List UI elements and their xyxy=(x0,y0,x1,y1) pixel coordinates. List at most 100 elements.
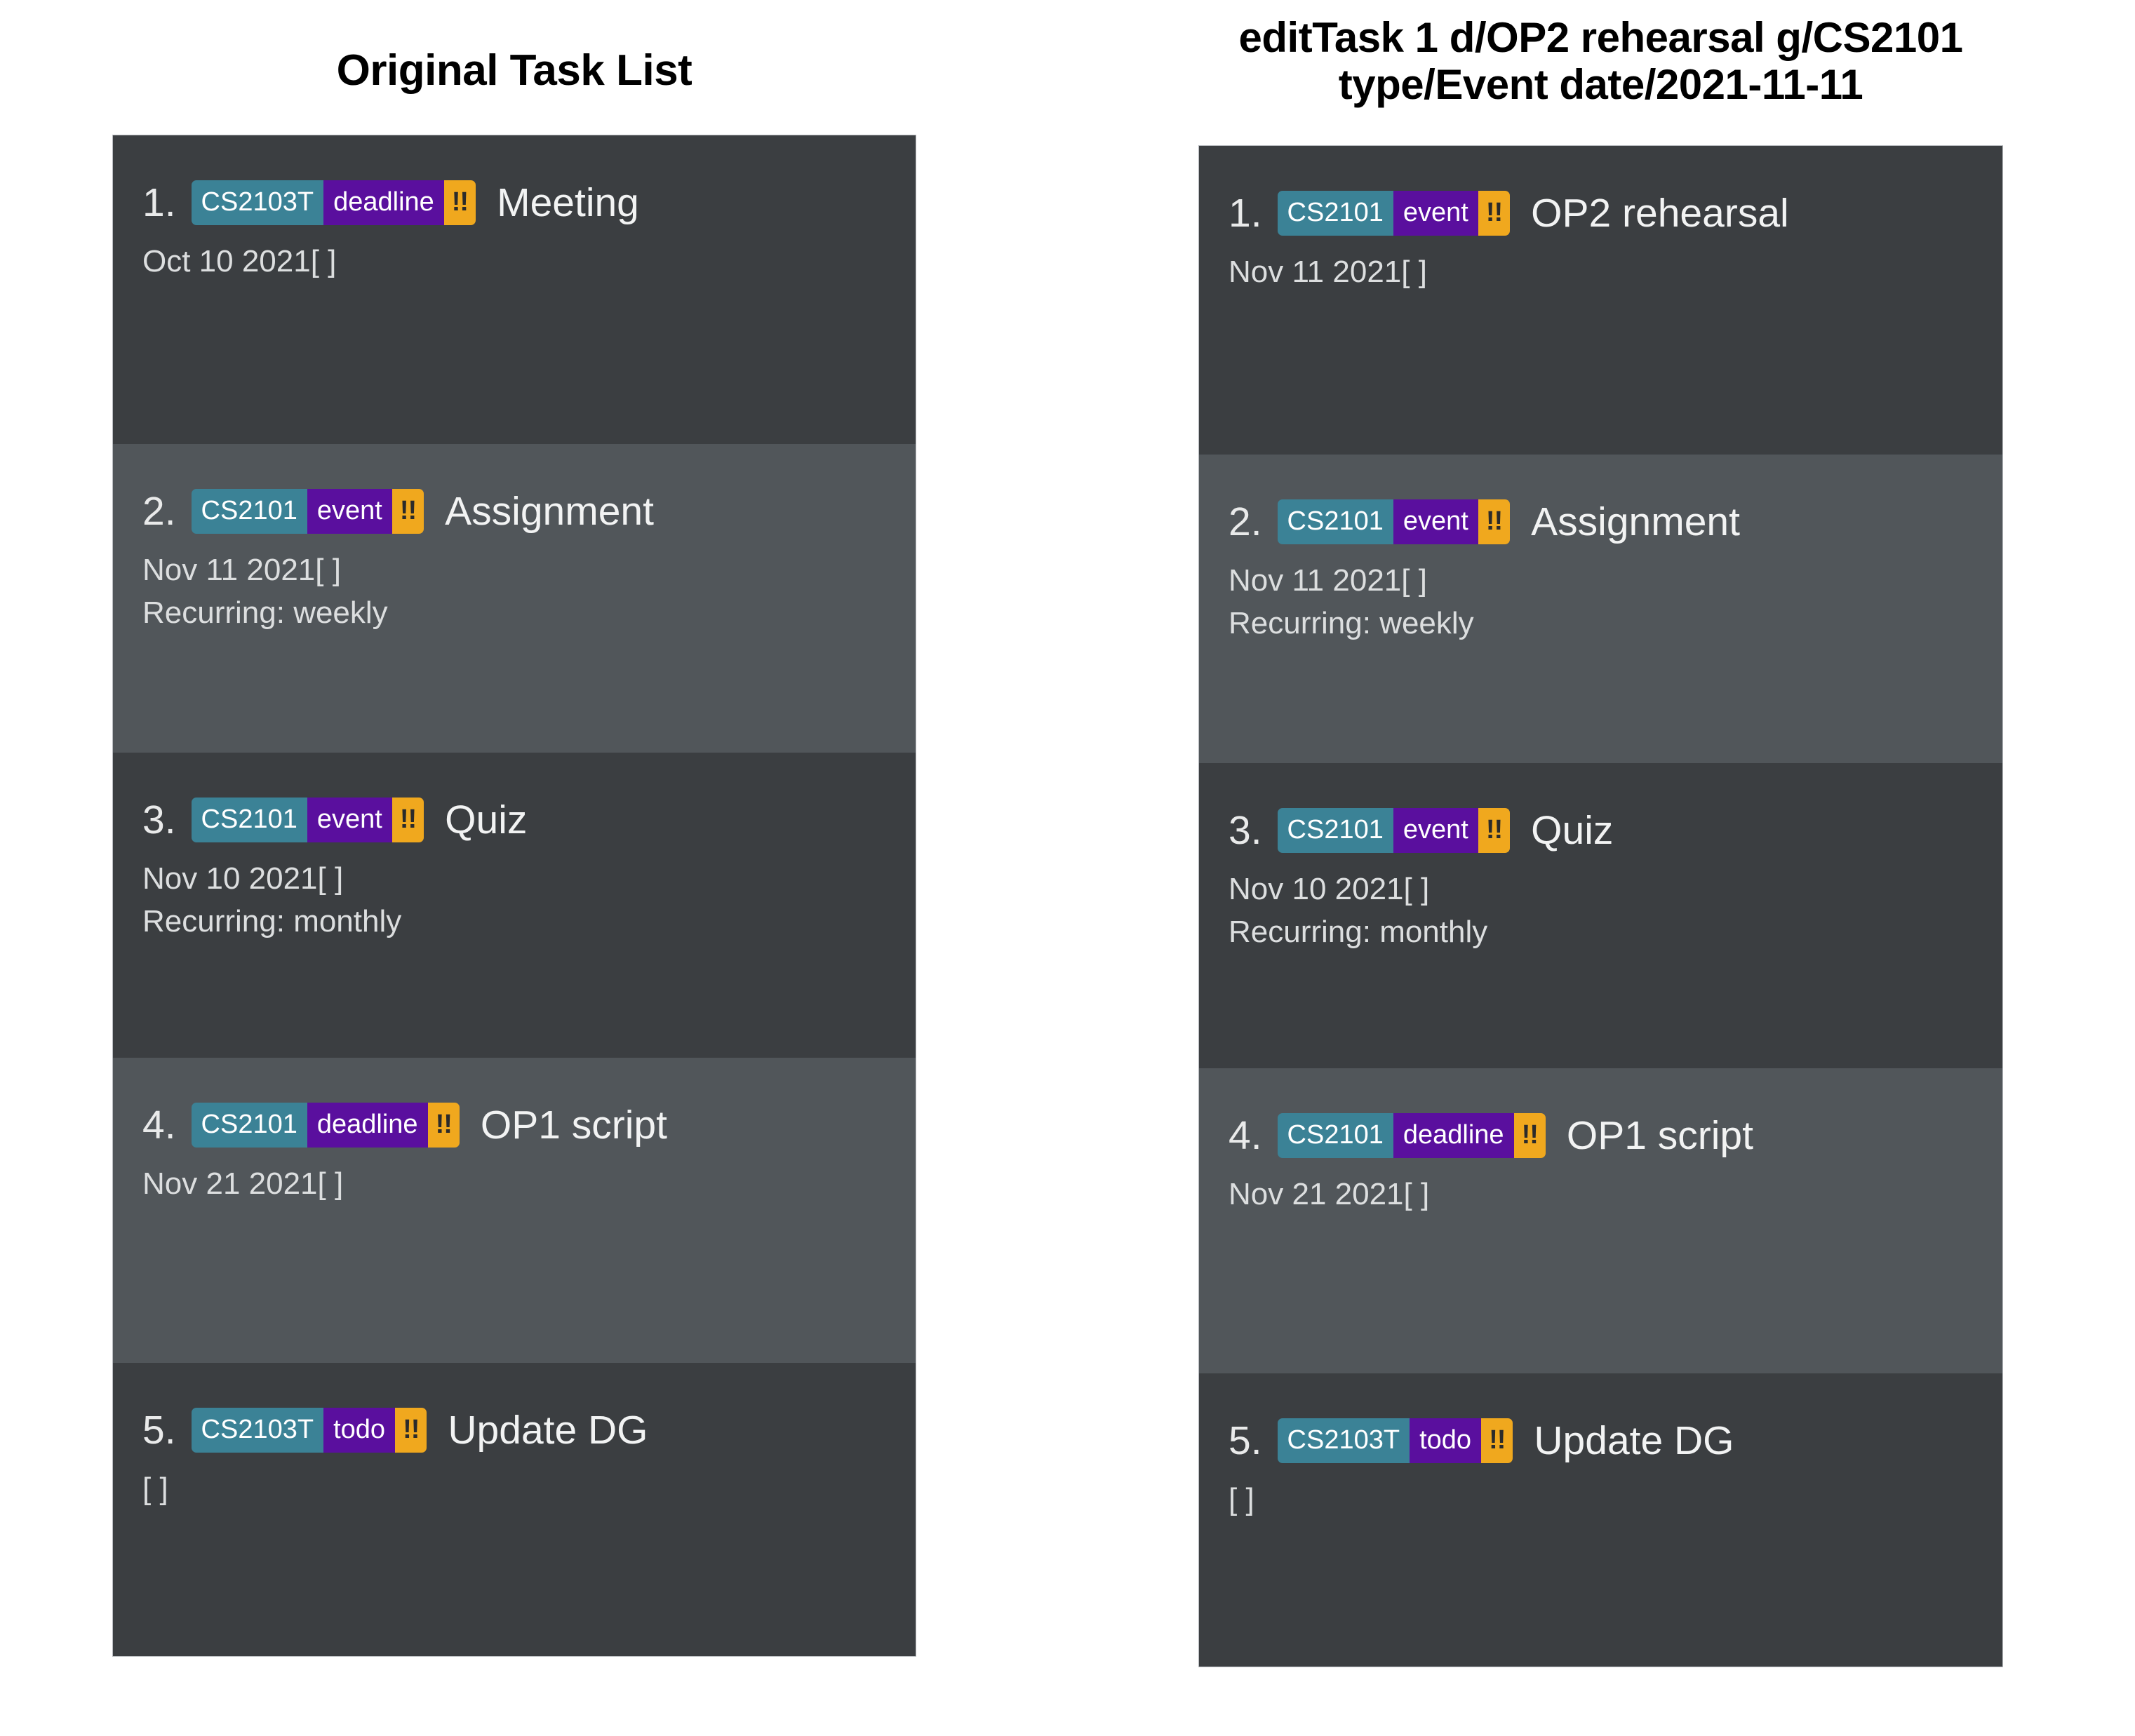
task-index: 5. xyxy=(1229,1418,1262,1463)
task-title: Update DG xyxy=(448,1407,648,1453)
task-title: OP1 script xyxy=(480,1102,667,1148)
priority-tag[interactable]: !! xyxy=(1478,808,1511,854)
type-tag[interactable]: todo xyxy=(323,1408,396,1453)
task-meta: [ ] xyxy=(142,1468,916,1511)
task-row[interactable]: 4. CS2101 deadline !! OP1 script Nov 21 … xyxy=(113,1058,916,1364)
task-row[interactable]: 5. CS2103T todo !! Update DG [ ] xyxy=(1199,1373,2002,1667)
task-index: 5. xyxy=(142,1407,176,1453)
task-row[interactable]: 3. CS2101 event !! Quiz Nov 10 2021[ ] R… xyxy=(1199,763,2002,1069)
task-tags: CS2101 deadline !! xyxy=(1277,1113,1546,1159)
task-date: Oct 10 2021[ ] xyxy=(142,244,337,279)
task-header: 1. CS2101 event !! OP2 rehearsal xyxy=(1229,191,2002,236)
task-title: Assignment xyxy=(1531,499,1740,544)
priority-tag[interactable]: !! xyxy=(443,180,476,226)
comparison-figure: Original Task List 1. CS2103T deadline !… xyxy=(0,0,2135,1736)
task-index: 2. xyxy=(142,488,176,534)
task-header: 2. CS2101 event !! Assignment xyxy=(142,489,916,534)
type-tag[interactable]: event xyxy=(307,489,392,534)
type-tag[interactable]: deadline xyxy=(1393,1113,1514,1159)
task-recurring: Recurring: weekly xyxy=(1229,606,1474,641)
priority-tag[interactable]: !! xyxy=(1478,191,1511,236)
group-tag[interactable]: CS2103T xyxy=(191,180,324,226)
group-tag[interactable]: CS2101 xyxy=(1277,808,1393,854)
task-meta: Nov 10 2021[ ] Recurring: monthly xyxy=(1229,868,2002,953)
task-title: Quiz xyxy=(1531,807,1614,853)
priority-tag[interactable]: !! xyxy=(1481,1418,1513,1464)
task-tags: CS2101 deadline !! xyxy=(191,1103,460,1148)
group-tag[interactable]: CS2101 xyxy=(191,798,307,843)
original-task-list-figure: Original Task List 1. CS2103T deadline !… xyxy=(112,0,916,1657)
edited-task-list-panel: 1. CS2101 event !! OP2 rehearsal Nov 11 … xyxy=(1198,145,2003,1668)
task-tags: CS2101 event !! xyxy=(1277,808,1511,854)
task-meta: Nov 10 2021[ ] Recurring: monthly xyxy=(142,858,916,943)
type-tag[interactable]: deadline xyxy=(307,1103,428,1148)
edit-command-title: editTask 1 d/OP2 rehearsal g/CS2101 type… xyxy=(1198,0,2003,108)
task-row[interactable]: 2. CS2101 event !! Assignment Nov 11 202… xyxy=(113,444,916,753)
task-tags: CS2103T todo !! xyxy=(191,1408,427,1453)
task-row[interactable]: 5. CS2103T todo !! Update DG [ ] xyxy=(113,1363,916,1657)
group-tag[interactable]: CS2101 xyxy=(1277,191,1393,236)
task-tags: CS2101 event !! xyxy=(191,798,424,843)
task-recurring: Recurring: monthly xyxy=(142,904,402,939)
task-date: Nov 10 2021[ ] xyxy=(1229,872,1430,907)
task-date: Nov 11 2021[ ] xyxy=(142,553,341,588)
task-index: 4. xyxy=(1229,1112,1262,1158)
task-header: 5. CS2103T todo !! Update DG xyxy=(142,1408,916,1453)
task-meta: Nov 21 2021[ ] xyxy=(1229,1173,2002,1216)
type-tag[interactable]: todo xyxy=(1410,1418,1482,1464)
task-meta: Nov 21 2021[ ] xyxy=(142,1163,916,1206)
type-tag[interactable]: event xyxy=(1393,499,1478,545)
task-index: 3. xyxy=(1229,807,1262,853)
task-header: 4. CS2101 deadline !! OP1 script xyxy=(1229,1112,2002,1159)
group-tag[interactable]: CS2103T xyxy=(191,1408,324,1453)
task-tags: CS2103T todo !! xyxy=(1277,1418,1513,1464)
original-task-list-title: Original Task List xyxy=(336,46,692,95)
task-recurring: Recurring: weekly xyxy=(142,596,388,631)
priority-tag[interactable]: !! xyxy=(1478,499,1511,545)
task-date: Nov 11 2021[ ] xyxy=(1229,255,1427,290)
task-title: Quiz xyxy=(445,797,528,842)
type-tag[interactable]: event xyxy=(1393,191,1478,236)
task-row[interactable]: 1. CS2103T deadline !! Meeting Oct 10 20… xyxy=(113,135,916,445)
group-tag[interactable]: CS2101 xyxy=(1277,499,1393,545)
group-tag[interactable]: CS2103T xyxy=(1277,1418,1410,1464)
task-meta: Nov 11 2021[ ] Recurring: weekly xyxy=(1229,560,2002,645)
task-tags: CS2101 event !! xyxy=(1277,191,1511,236)
task-header: 4. CS2101 deadline !! OP1 script xyxy=(142,1103,916,1148)
type-tag[interactable]: deadline xyxy=(323,180,444,226)
group-tag[interactable]: CS2101 xyxy=(1277,1113,1393,1159)
task-date: Nov 10 2021[ ] xyxy=(142,861,344,896)
task-index: 3. xyxy=(142,797,176,842)
task-date: Nov 21 2021[ ] xyxy=(1229,1177,1430,1212)
task-tags: CS2101 event !! xyxy=(191,489,424,534)
priority-tag[interactable]: !! xyxy=(1513,1113,1546,1159)
task-date: Nov 21 2021[ ] xyxy=(142,1166,344,1202)
type-tag[interactable]: event xyxy=(307,798,392,843)
type-tag[interactable]: event xyxy=(1393,808,1478,854)
task-row[interactable]: 3. CS2101 event !! Quiz Nov 10 2021[ ] R… xyxy=(113,753,916,1058)
task-title: Update DG xyxy=(1534,1418,1734,1463)
edit-command-title-line2: type/Event date/2021-11-11 xyxy=(1338,61,1863,109)
priority-tag[interactable]: !! xyxy=(395,1408,427,1453)
group-tag[interactable]: CS2101 xyxy=(191,489,307,534)
task-row[interactable]: 1. CS2101 event !! OP2 rehearsal Nov 11 … xyxy=(1199,146,2002,455)
priority-tag[interactable]: !! xyxy=(427,1103,460,1148)
task-row[interactable]: 4. CS2101 deadline !! OP1 script Nov 21 … xyxy=(1199,1068,2002,1374)
priority-tag[interactable]: !! xyxy=(391,798,424,843)
task-meta: Nov 11 2021[ ] Recurring: weekly xyxy=(142,549,916,634)
task-title: Assignment xyxy=(445,488,654,534)
task-meta: Oct 10 2021[ ] xyxy=(142,241,916,283)
task-header: 1. CS2103T deadline !! Meeting xyxy=(142,180,916,226)
priority-tag[interactable]: !! xyxy=(391,489,424,534)
edit-command-title-line1: editTask 1 d/OP2 rehearsal g/CS2101 xyxy=(1238,14,1963,61)
task-index: 1. xyxy=(1229,190,1262,236)
task-title: Meeting xyxy=(497,180,639,225)
task-tags: CS2101 event !! xyxy=(1277,499,1511,545)
task-index: 4. xyxy=(142,1102,176,1148)
group-tag[interactable]: CS2101 xyxy=(191,1103,307,1148)
task-meta: [ ] xyxy=(1229,1479,2002,1521)
task-header: 2. CS2101 event !! Assignment xyxy=(1229,499,2002,545)
task-tags: CS2103T deadline !! xyxy=(191,180,476,226)
task-row[interactable]: 2. CS2101 event !! Assignment Nov 11 202… xyxy=(1199,455,2002,764)
task-header: 5. CS2103T todo !! Update DG xyxy=(1229,1418,2002,1464)
